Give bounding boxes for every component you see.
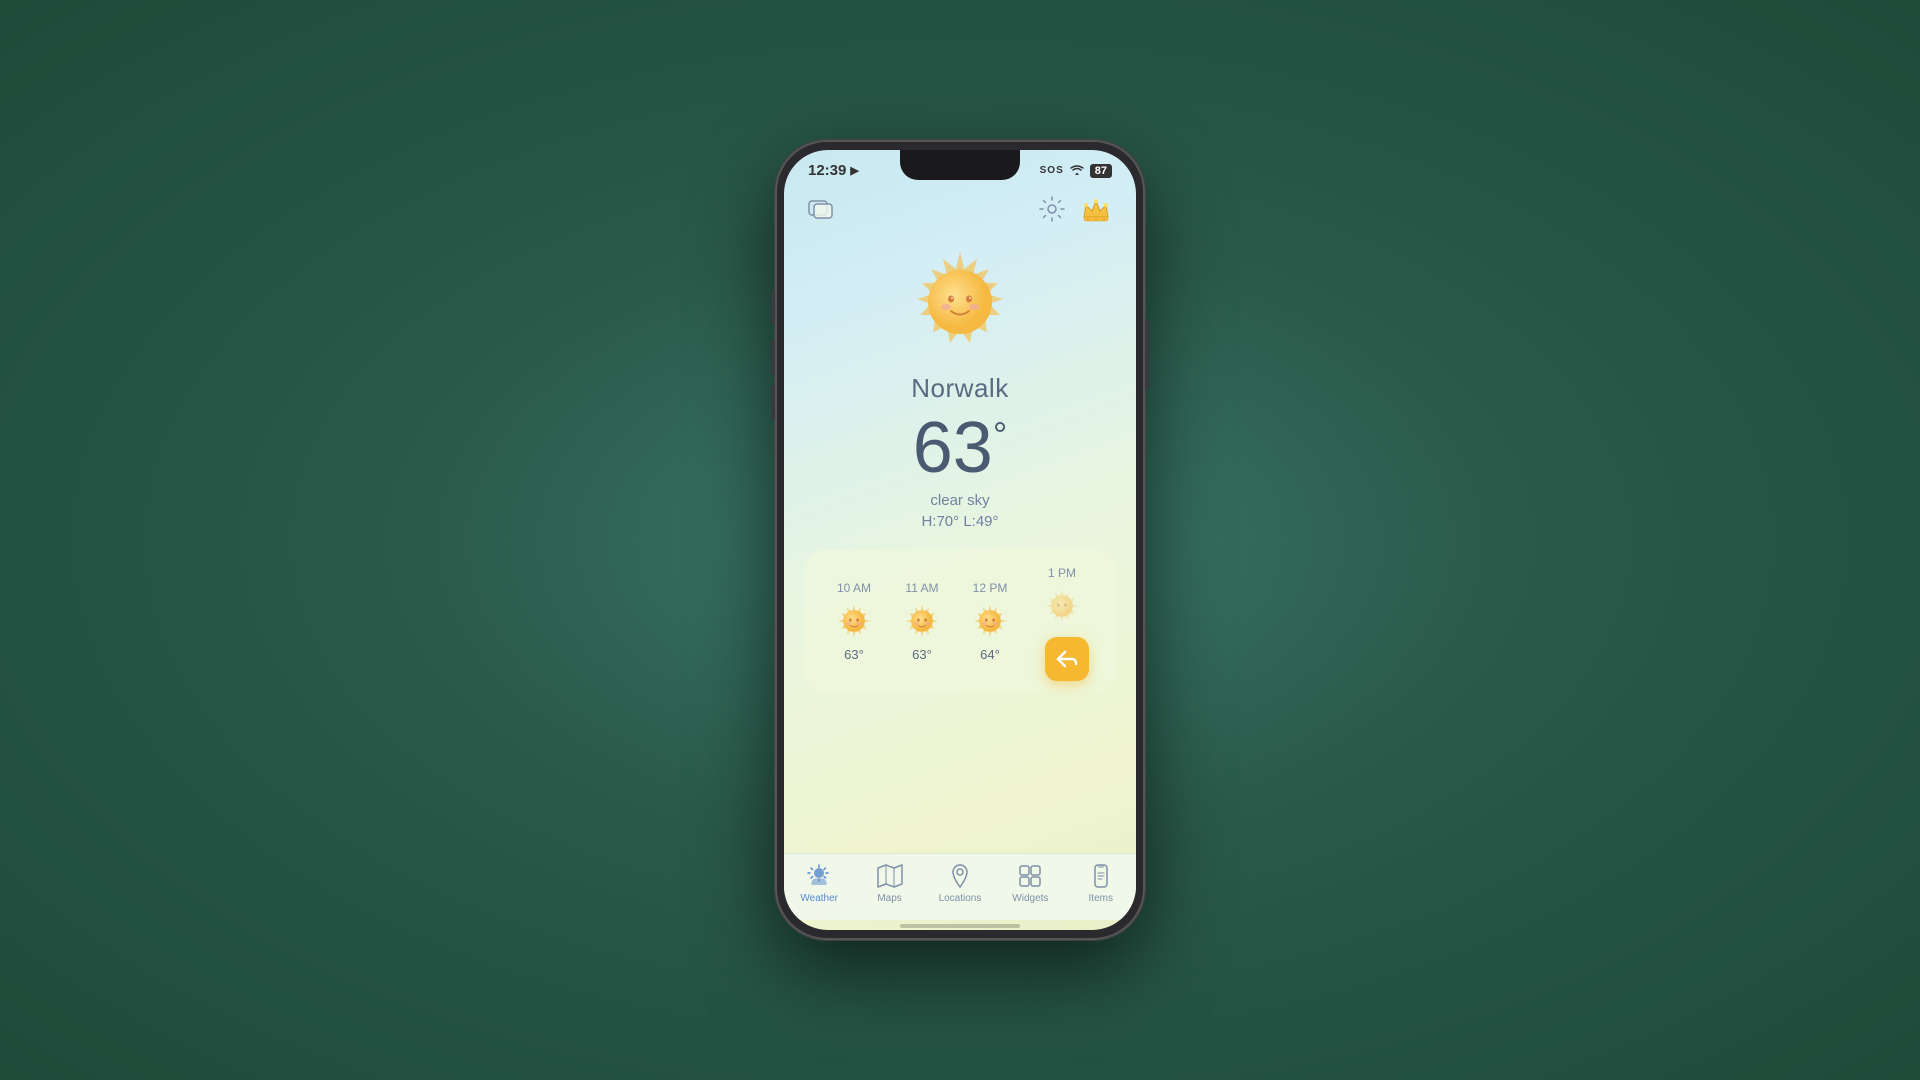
sun-character [905, 247, 1015, 357]
forecast-sun-3 [1044, 588, 1080, 624]
cards-icon[interactable] [804, 192, 838, 226]
share-arrow-icon [1055, 647, 1079, 671]
temp-value: 63 [913, 408, 993, 488]
status-icons: SOS 87 [1040, 163, 1112, 178]
battery-percent: 87 [1090, 164, 1112, 178]
maps-tab-label: Maps [877, 893, 901, 904]
forecast-item-1pm: 1 PM [1040, 566, 1084, 676]
crown-icon[interactable] [1076, 189, 1116, 229]
weather-tab-label: Weather [800, 893, 838, 904]
tab-locations[interactable]: Locations [930, 862, 990, 904]
forecast-sun-2 [972, 603, 1008, 639]
forecast-item-10am: 10 AM 63° [836, 581, 872, 662]
temp-unit: ° [993, 414, 1007, 455]
status-time: 12:39 ▶ [808, 162, 859, 179]
home-indicator [900, 924, 1020, 928]
locations-tab-icon [946, 862, 974, 890]
city-name: Norwalk [911, 373, 1008, 404]
forecast-sun-1 [904, 603, 940, 639]
top-bar-left [804, 192, 838, 226]
battery-icon: 87 [1090, 164, 1112, 178]
forecast-time-1: 11 AM [905, 581, 938, 595]
temperature-display: 63° [913, 412, 1008, 484]
maps-tab-icon [876, 862, 904, 890]
sos-indicator: SOS [1040, 165, 1064, 176]
share-button[interactable] [1045, 637, 1089, 681]
phone-screen: 12:39 ▶ SOS 87 [784, 150, 1136, 930]
top-bar [784, 185, 1136, 237]
tab-items[interactable]: Items [1071, 862, 1131, 904]
temp-range: H:70° L:49° [921, 513, 998, 530]
forecast-temp-1: 63° [912, 647, 932, 662]
settings-icon[interactable] [1036, 193, 1068, 225]
tab-bar: Weather Maps [784, 853, 1136, 920]
forecast-temp-2: 64° [980, 647, 1000, 662]
widgets-tab-icon [1016, 862, 1044, 890]
forecast-item-12pm: 12 PM 64° [972, 581, 1008, 662]
tab-weather[interactable]: Weather [789, 862, 849, 904]
tab-maps[interactable]: Maps [860, 862, 920, 904]
forecast-time-2: 12 PM [973, 581, 1008, 595]
items-tab-label: Items [1089, 893, 1113, 904]
tab-widgets[interactable]: Widgets [1000, 862, 1060, 904]
phone-frame: 12:39 ▶ SOS 87 [775, 140, 1145, 940]
forecast-card: 10 AM 63° 11 AM [804, 550, 1116, 692]
notch [900, 150, 1020, 180]
items-tab-icon [1087, 862, 1115, 890]
locations-tab-label: Locations [939, 893, 982, 904]
main-content: Norwalk 63° clear sky H:70° L:49° 10 AM [784, 237, 1136, 853]
wifi-icon [1069, 163, 1085, 178]
sun-svg [905, 247, 1015, 357]
top-bar-right [1036, 189, 1116, 229]
forecast-item-11am: 11 AM 63° [904, 581, 940, 662]
time-display: 12:39 [808, 162, 846, 179]
forecast-time-0: 10 AM [837, 581, 871, 595]
weather-condition: clear sky [930, 492, 989, 509]
forecast-time-3: 1 PM [1048, 566, 1076, 580]
forecast-temp-0: 63° [844, 647, 864, 662]
widgets-tab-label: Widgets [1012, 893, 1048, 904]
weather-tab-icon [805, 862, 833, 890]
location-arrow-icon: ▶ [850, 164, 858, 177]
forecast-sun-0 [836, 603, 872, 639]
